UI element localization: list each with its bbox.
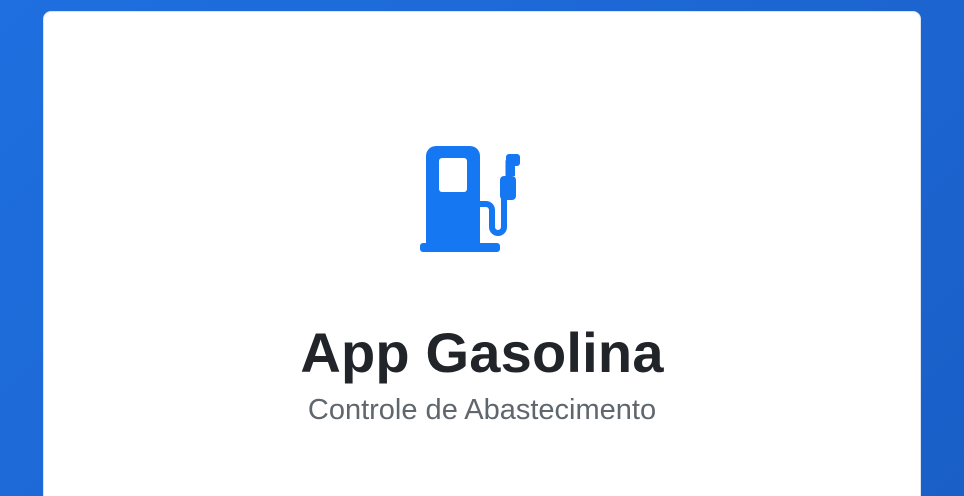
app-subtitle: Controle de Abastecimento: [307, 394, 657, 426]
login-card: App Gasolina Controle de Abastecimento: [43, 11, 921, 496]
app-logo: [420, 146, 544, 256]
fuel-pump-icon: [420, 146, 520, 252]
app-title: App Gasolina: [300, 321, 664, 384]
card-body: App Gasolina Controle de Abastecimento: [44, 12, 920, 428]
